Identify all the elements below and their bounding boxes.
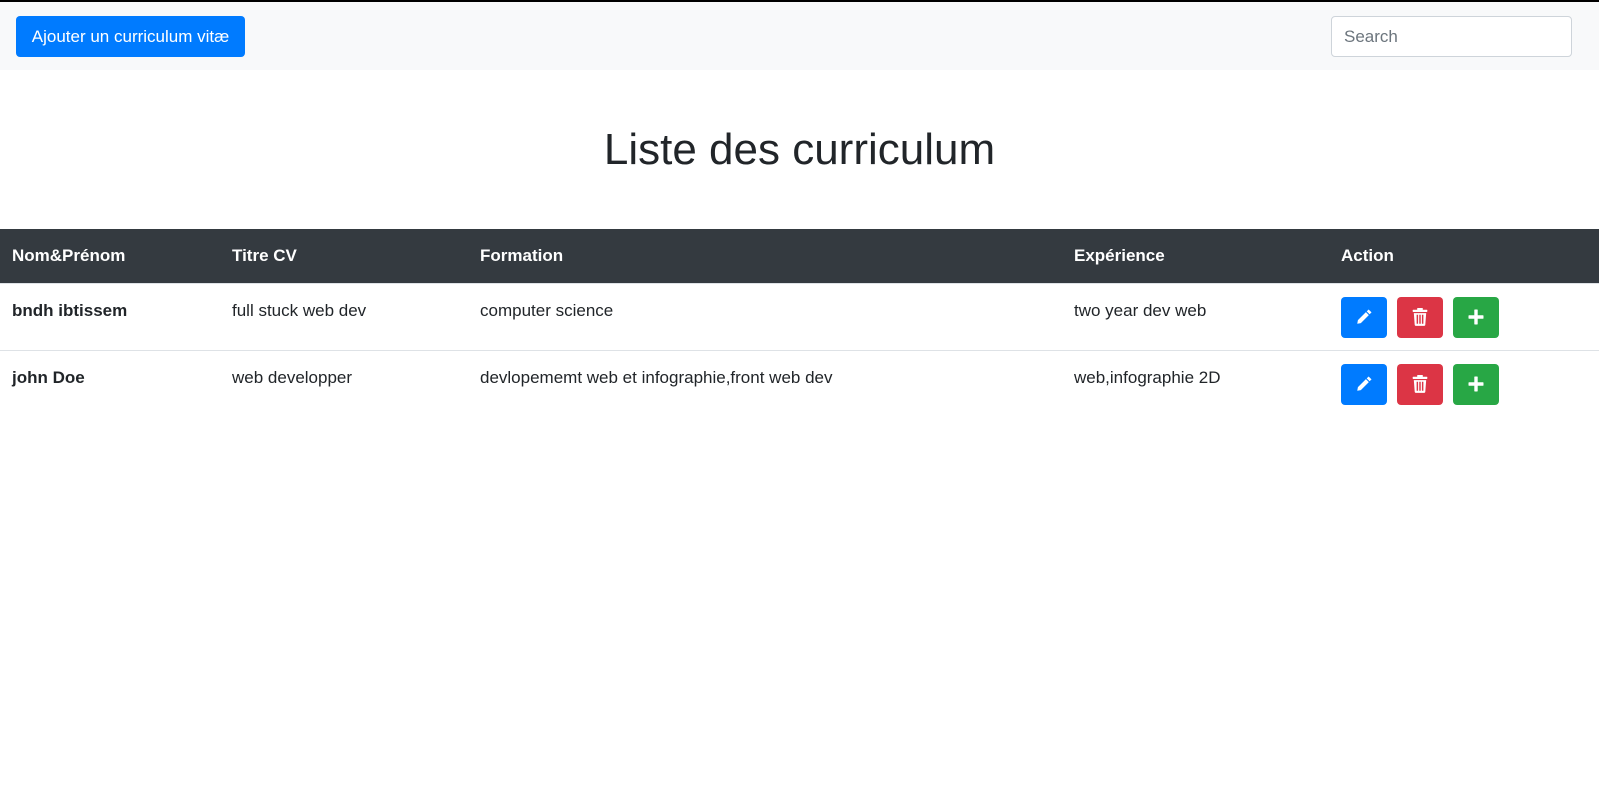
cell-name: bndh ibtissem <box>0 282 220 350</box>
header-formation: Formation <box>480 245 564 265</box>
table-row: bndh ibtissem full stuck web dev compute… <box>0 282 1599 350</box>
cell-formation: computer science <box>468 282 1062 350</box>
cell-experience: web,infographie 2D <box>1062 349 1329 417</box>
table-header: Nom&Prénom Titre CV Formation Expérience… <box>0 229 1599 283</box>
table-row: john Doe web developper devlopememt web … <box>0 349 1599 417</box>
cell-experience: two year dev web <box>1062 282 1329 350</box>
add-button[interactable] <box>1453 296 1499 338</box>
edit-button[interactable] <box>1341 296 1387 338</box>
page-title: Liste des curriculum <box>603 125 996 174</box>
pencil-icon <box>1357 376 1372 391</box>
add-button[interactable] <box>1453 363 1499 405</box>
pencil-icon <box>1357 309 1372 324</box>
cell-title: full stuck web dev <box>220 282 468 350</box>
cell-actions <box>1329 349 1599 417</box>
cell-title: web developper <box>220 349 468 417</box>
add-cv-button[interactable]: Ajouter un curriculum vitæ <box>16 16 245 57</box>
row-actions <box>1341 363 1587 405</box>
navbar: Ajouter un curriculum vitæ <box>0 2 1599 70</box>
cell-name: john Doe <box>0 349 220 417</box>
trash-icon <box>1412 375 1428 393</box>
delete-button[interactable] <box>1397 296 1443 338</box>
cv-table: Nom&Prénom Titre CV Formation Expérience… <box>0 229 1599 417</box>
cell-actions <box>1329 282 1599 350</box>
header-name: Nom&Prénom <box>12 245 126 265</box>
trash-icon <box>1412 308 1428 326</box>
plus-icon <box>1468 376 1484 392</box>
header-title: Titre CV <box>232 245 297 265</box>
edit-button[interactable] <box>1341 363 1387 405</box>
search-input[interactable] <box>1331 16 1572 57</box>
delete-button[interactable] <box>1397 363 1443 405</box>
header-action: Action <box>1341 245 1394 265</box>
cell-formation: devlopememt web et infographie,front web… <box>468 349 1062 417</box>
header-experience: Expérience <box>1074 245 1165 265</box>
plus-icon <box>1468 309 1484 325</box>
row-actions <box>1341 296 1587 338</box>
